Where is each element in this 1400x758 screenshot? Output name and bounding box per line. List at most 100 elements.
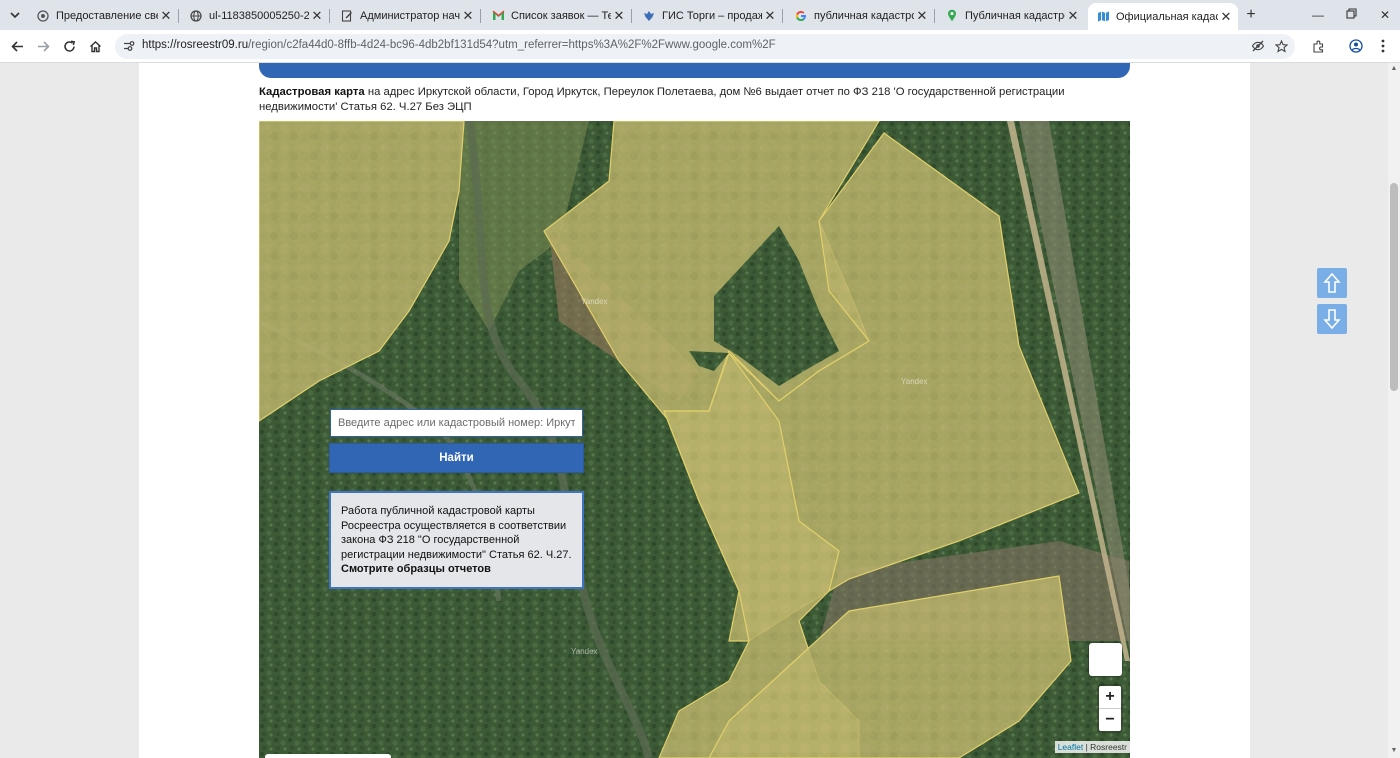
- reload-button[interactable]: [59, 36, 79, 56]
- close-icon[interactable]: ✕: [460, 8, 476, 24]
- info-panel: Работа публичной кадастровой карты Росре…: [329, 491, 584, 589]
- map-icon: [1096, 10, 1110, 24]
- map-watermark: Yandex: [901, 377, 928, 386]
- tab-title: публичная кадастровая: [814, 9, 914, 22]
- info-text: Работа публичной кадастровой карты Росре…: [341, 505, 572, 561]
- intro-text: Кадастровая карта на адрес Иркутской обл…: [259, 85, 1130, 115]
- star-icon: [1274, 39, 1288, 53]
- tab-strip: Предоставление сведени ✕ ul-118385000525…: [0, 0, 1400, 30]
- satellite-layer: Yandex Yandex Yandex: [259, 121, 1130, 758]
- map-attribution: Leaflet | Rosreestr: [1054, 741, 1130, 753]
- close-icon[interactable]: ✕: [762, 8, 778, 24]
- new-tab-button[interactable]: +: [1242, 6, 1260, 24]
- page-content: Кадастровая карта на адрес Иркутской обл…: [139, 63, 1250, 758]
- leaflet-link[interactable]: Leaflet: [1058, 742, 1084, 752]
- intro-bold: Кадастровая карта: [259, 86, 365, 98]
- puzzle-icon: [1312, 40, 1323, 53]
- address-search-input[interactable]: [330, 409, 583, 437]
- bookmark-button[interactable]: [1272, 37, 1290, 55]
- tab-7-active[interactable]: Официальная кадастров ✕: [1088, 3, 1238, 30]
- bottom-control[interactable]: [265, 754, 391, 758]
- tab-separator: [782, 9, 783, 23]
- tab-title: Предоставление сведени: [56, 9, 158, 22]
- home-button[interactable]: [85, 36, 105, 56]
- cadastral-map[interactable]: Yandex Yandex Yandex Найти Работа публич…: [259, 121, 1130, 758]
- layers-control[interactable]: [1089, 643, 1122, 676]
- scroll-arrow-up-icon[interactable]: ▲: [1390, 65, 1398, 73]
- tab-title: Список заявок — Техноl: [511, 9, 611, 22]
- minimize-button[interactable]: —: [1308, 6, 1328, 24]
- close-icon[interactable]: ✕: [309, 8, 325, 24]
- restore-button[interactable]: [1341, 6, 1361, 24]
- tab-title: Публичная кадастровая: [965, 9, 1065, 22]
- tracking-protection-button[interactable]: [1249, 37, 1267, 55]
- scroll-down-button[interactable]: [1317, 304, 1347, 334]
- tab-title: Администратор начисле: [360, 9, 460, 22]
- tab-2[interactable]: Администратор начисле ✕: [332, 3, 481, 28]
- minimize-icon: —: [1312, 8, 1324, 22]
- tab-title: Официальная кадастров: [1116, 10, 1218, 23]
- search-button[interactable]: Найти: [329, 443, 584, 473]
- reload-icon: [63, 39, 75, 52]
- close-icon: ✕: [1379, 8, 1391, 22]
- close-icon[interactable]: ✕: [914, 8, 930, 24]
- tab-5[interactable]: публичная кадастровая ✕: [786, 3, 935, 28]
- scroll-arrow-down-icon[interactable]: ▼: [1390, 747, 1398, 755]
- eye-off-icon: [1251, 40, 1265, 52]
- tab-separator: [480, 9, 481, 23]
- arrow-right-icon: [37, 40, 50, 52]
- plus-icon: +: [1246, 6, 1256, 23]
- tab-separator: [329, 9, 330, 23]
- home-icon: [89, 40, 101, 52]
- intro-body: на адрес Иркутской области, Город Иркутс…: [259, 86, 1065, 113]
- tab-separator: [178, 9, 179, 23]
- zoom-in-button[interactable]: +: [1099, 686, 1121, 708]
- tab-1[interactable]: ul-1183850005250-20260 ✕: [181, 3, 330, 28]
- tab-4[interactable]: ГИС Торги – продажи го ✕: [634, 3, 783, 28]
- header-banner: [259, 63, 1130, 78]
- extensions-button[interactable]: [1309, 37, 1327, 55]
- tab-6[interactable]: Публичная кадастровая ✕: [937, 3, 1085, 28]
- page-viewport: Кадастровая карта на адрес Иркутской обл…: [0, 63, 1388, 758]
- vertical-scrollbar[interactable]: ▲ ▼: [1388, 63, 1400, 758]
- arrow-up-icon: [1323, 272, 1341, 293]
- close-icon[interactable]: ✕: [158, 8, 174, 24]
- tab-3[interactable]: Список заявок — Техноl ✕: [483, 3, 632, 28]
- map-watermark: Yandex: [581, 297, 608, 306]
- map-watermark: Yandex: [571, 647, 598, 656]
- zoom-control: + −: [1099, 686, 1121, 731]
- back-button[interactable]: [7, 36, 27, 56]
- arrow-down-icon: [1323, 309, 1341, 330]
- forward-button[interactable]: [33, 36, 53, 56]
- profile-button[interactable]: [1347, 37, 1365, 55]
- restore-icon: [1345, 8, 1357, 19]
- tab-title: ul-1183850005250-20260: [209, 9, 309, 22]
- close-icon[interactable]: ✕: [611, 8, 627, 24]
- zoom-out-button[interactable]: −: [1099, 708, 1121, 730]
- globe-target-icon: [36, 9, 50, 23]
- address-bar[interactable]: https://rosreestr09.ru/region/c2fa44d0-8…: [115, 34, 1295, 59]
- scrollbar-thumb[interactable]: [1390, 183, 1398, 391]
- tab-separator: [631, 9, 632, 23]
- tab-search-button[interactable]: [5, 5, 25, 25]
- url-text: https://rosreestr09.ru/region/c2fa44d0-8…: [142, 39, 776, 51]
- google-icon: [794, 9, 808, 23]
- menu-button[interactable]: [1374, 37, 1392, 55]
- tab-0[interactable]: Предоставление сведени ✕: [28, 3, 179, 28]
- close-icon[interactable]: ✕: [1065, 8, 1081, 24]
- kebab-menu-icon: [1381, 39, 1385, 53]
- tab-title: ГИС Торги – продажи го: [662, 9, 762, 22]
- url-host: https://rosreestr09.ru: [142, 39, 249, 51]
- gmail-icon: [491, 9, 505, 23]
- avatar-icon: [1349, 39, 1363, 53]
- document-edit-icon: [340, 9, 354, 23]
- sample-reports-link[interactable]: Смотрите образцы отчетов: [341, 563, 491, 575]
- arrow-left-icon: [10, 40, 23, 52]
- tab-separator: [934, 9, 935, 23]
- browser-toolbar: https://rosreestr09.ru/region/c2fa44d0-8…: [0, 30, 1400, 63]
- close-window-button[interactable]: ✕: [1375, 6, 1395, 24]
- site-settings-icon[interactable]: [121, 38, 137, 54]
- chevron-down-icon: [10, 12, 20, 19]
- close-icon[interactable]: ✕: [1218, 9, 1234, 25]
- scroll-up-button[interactable]: [1317, 268, 1347, 298]
